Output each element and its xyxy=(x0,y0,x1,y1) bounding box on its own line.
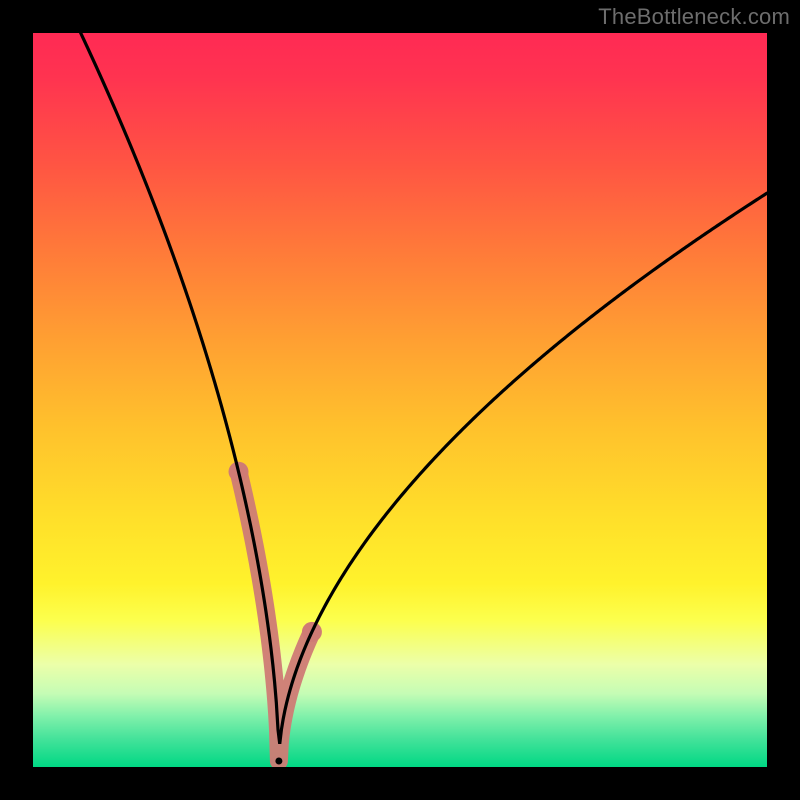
attribution-text: TheBottleneck.com xyxy=(598,4,790,30)
bottleneck-curve xyxy=(81,33,767,744)
plot-area xyxy=(33,33,767,767)
minimum-marker xyxy=(275,758,282,765)
chart-frame: TheBottleneck.com xyxy=(0,0,800,800)
curve-layer xyxy=(33,33,767,767)
